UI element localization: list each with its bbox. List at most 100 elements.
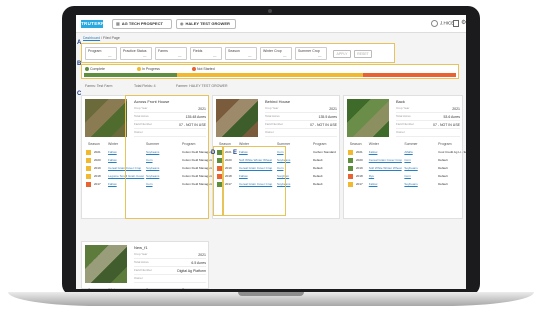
field-detail: Field Number Digital Ag Platform (134, 268, 206, 275)
stat-total-fields: Total Fields: 4 (134, 84, 156, 88)
summer-crop-link[interactable]: Corn (404, 174, 411, 178)
filter-bar: Program — Practice Status — Farms — Fields —… (81, 43, 395, 63)
table-header: Season (349, 142, 362, 146)
progress-segment-complete (84, 73, 177, 77)
season-cell: 2021 (94, 150, 101, 154)
building-icon: ▦ (116, 21, 120, 26)
reset-button[interactable]: RESET (354, 50, 372, 58)
user-menu[interactable]: J.HICE (431, 20, 454, 27)
filter-fields[interactable]: Fields — (190, 47, 222, 60)
table-row[interactable]: 2020 Cereal Grain Cover Crop Corn Default (344, 157, 462, 164)
annotation-marker-a: A (77, 40, 82, 46)
detail-key: Field Number (265, 122, 284, 126)
season-cell: 2018 (356, 174, 363, 178)
detail-value: 07 - NOT IN USE (433, 123, 460, 127)
table-header: Summer (146, 288, 159, 289)
laptop-notch (238, 292, 304, 296)
program-cell: Default (438, 158, 448, 162)
status-legend: Complete In Progress Not Started (81, 64, 459, 79)
detail-key: Field Number (396, 122, 415, 126)
field-detail: Total Acres 53.6 Acres (396, 114, 460, 121)
detail-key: Field Number (134, 268, 153, 272)
detail-key: Crop Year (396, 106, 410, 110)
program-cell: Default (438, 166, 448, 170)
summer-crop-link[interactable]: Soybeans (404, 166, 417, 170)
table-header: Program (182, 288, 195, 289)
summer-crop-link[interactable]: Alfalfa (404, 150, 412, 154)
table-row[interactable]: 2021 Fallow Alfalfa Cool Credit Ag Lt - 3e,… (344, 149, 466, 156)
table-header: Program (313, 142, 327, 146)
breadcrumb-home[interactable]: Dashboard (83, 36, 100, 40)
detail-value: 6.5 Acres (191, 261, 206, 265)
field-detail: Total Acres 135.5 Acres (265, 114, 337, 121)
field-map-thumbnail (216, 99, 258, 137)
filter-winter-crop[interactable]: Winter Crop — (260, 47, 292, 60)
field-map-thumbnail (347, 99, 389, 137)
status-indicator (348, 182, 353, 187)
winter-crop-link[interactable]: Fallow (369, 182, 378, 186)
stat-farms: Farms: Test Farm (85, 84, 113, 88)
filter-practice-status[interactable]: Practice Status — (120, 47, 152, 60)
filter-summer-crop[interactable]: Summer Crop — (295, 47, 327, 60)
logo: TRUTERRA (81, 20, 109, 28)
progress-segment-not-started (363, 73, 456, 77)
detail-value: 135.5 Acres (318, 115, 337, 119)
filter-season[interactable]: Season — (225, 47, 257, 60)
highlight-box-c (125, 95, 209, 219)
season-cell: 2020 (356, 158, 363, 162)
winter-crop-link[interactable]: Fallow (108, 158, 117, 162)
person-icon: ◉ (180, 21, 184, 26)
table-header: Winter (108, 288, 118, 289)
field-card[interactable]: New_f1 Crop Year 2021 Total Acres 6.5 Acres F… (81, 241, 209, 289)
detail-key: Crop Year (265, 106, 279, 110)
program-cell: Default (313, 158, 323, 162)
detail-key: Owner (396, 130, 405, 134)
table-row[interactable]: 2019 Soft White Winter Wheat Soybeans Defau… (344, 165, 462, 172)
detail-value: 2021 (452, 107, 460, 111)
table-header: Season (88, 288, 100, 289)
gear-icon[interactable]: ⚙ (461, 19, 466, 26)
filter-farms[interactable]: Farms — (155, 47, 187, 60)
apps-grid-icon[interactable] (453, 20, 459, 27)
field-map-thumbnail (85, 245, 127, 283)
detail-value: Digital Ag Platform (177, 269, 206, 273)
summer-crop-link[interactable]: Corn (404, 158, 411, 162)
detail-value: 2021 (329, 107, 337, 111)
status-indicator (348, 158, 353, 163)
program-cell: Default (313, 166, 323, 170)
filter-program[interactable]: Program — (85, 47, 117, 60)
table-header: Winter (108, 142, 119, 146)
app-screen: TRUTERRA ▦ AG TECH PROSPECT ◉ HALEY TEST G… (76, 15, 466, 289)
program-cell: Cool Credit Ag Lt - 3e, Mar... (438, 150, 466, 154)
table-header: Season (88, 142, 100, 146)
progress-bar (84, 73, 456, 77)
field-card[interactable]: Back Crop Year 2021 Total Acres 53.6 Acres Fi… (343, 95, 466, 219)
table-row[interactable]: 2018 Rye Corn Default (344, 173, 462, 180)
winter-crop-link[interactable]: Soft White Winter Wheat (369, 166, 402, 170)
summer-crop-link[interactable]: Soybeans (404, 182, 417, 186)
winter-crop-link[interactable]: Rye (369, 174, 374, 178)
field-detail: Field Number 07 - NOT IN USE (396, 122, 460, 129)
season-cell: 2017 (94, 182, 101, 186)
field-detail: Owner (396, 130, 460, 137)
table-row[interactable]: 2017 Fallow Soybeans Default (344, 181, 462, 188)
table-header: Program (438, 142, 452, 146)
prospect-selector[interactable]: ▦ AG TECH PROSPECT (112, 19, 172, 29)
avatar-icon (431, 20, 438, 27)
grower-label: HALEY TEST GROWER (185, 21, 230, 26)
field-map-thumbnail (85, 99, 127, 137)
field-name: Back (396, 99, 405, 104)
program-cell: Default (438, 182, 448, 186)
season-cell: 2020 (94, 158, 101, 162)
season-cell: 2021 (356, 150, 363, 154)
apply-button[interactable]: APPLY (333, 50, 351, 58)
detail-key: Owner (265, 130, 274, 134)
winter-crop-link[interactable]: Fallow (108, 150, 117, 154)
winter-crop-link[interactable]: Fallow (108, 182, 117, 186)
winter-crop-link[interactable]: Fallow (369, 150, 378, 154)
detail-key: Owner (134, 276, 143, 280)
winter-crop-link[interactable]: Cereal Grain Cover Crop (369, 158, 402, 162)
status-indicator (348, 174, 353, 179)
annotation-marker-b: B (77, 61, 82, 67)
grower-selector[interactable]: ◉ HALEY TEST GROWER (176, 19, 236, 29)
